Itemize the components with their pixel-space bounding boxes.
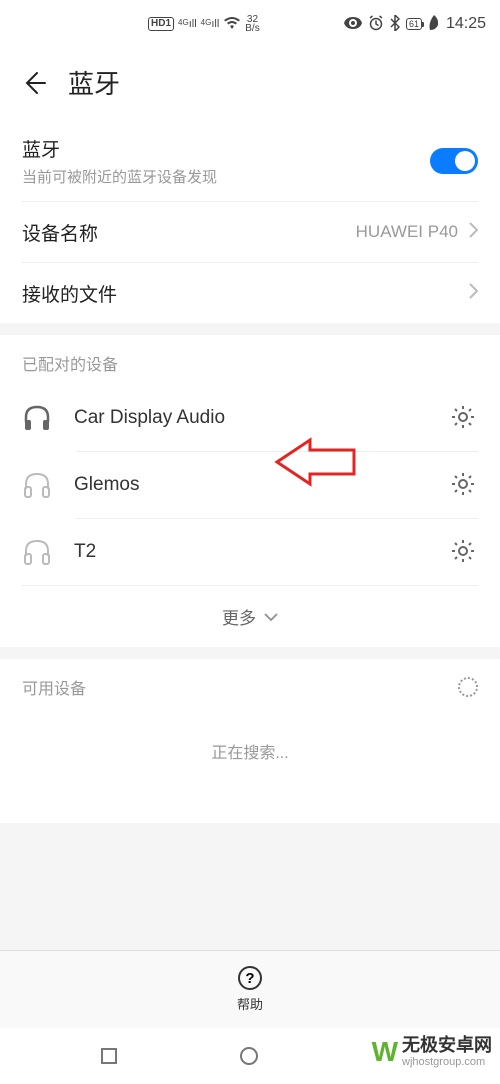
- hd-indicator: HD1: [148, 17, 174, 31]
- home-button[interactable]: [240, 1047, 258, 1065]
- alarm-icon: [368, 15, 384, 34]
- status-right: 61 14:25: [344, 15, 486, 34]
- device-name-text: Car Display Audio: [74, 407, 428, 429]
- headphones-icon: [22, 403, 52, 433]
- chevron-down-icon: [264, 607, 278, 627]
- help-bar[interactable]: ? 帮助: [0, 950, 500, 1028]
- device-name-label: 设备名称: [22, 219, 98, 246]
- status-left: HD1 4Gıll 4Gıll 32B/s: [14, 15, 260, 33]
- device-settings-button[interactable]: [450, 538, 478, 566]
- device-name-text: Glemos: [74, 474, 428, 496]
- chevron-right-icon: [468, 222, 478, 243]
- device-name-text: T2: [74, 541, 428, 563]
- paired-devices-header: 已配对的设备: [0, 335, 500, 385]
- device-name-value: HUAWEI P40: [356, 222, 458, 242]
- device-settings-button[interactable]: [450, 404, 478, 432]
- leaf-icon: [428, 15, 440, 34]
- paired-device-row[interactable]: T2: [0, 519, 500, 585]
- watermark-url: wjhostgroup.com: [402, 1056, 492, 1068]
- device-settings-button[interactable]: [450, 471, 478, 499]
- device-name-row[interactable]: 设备名称 HUAWEI P40: [0, 202, 500, 262]
- signal-icon-2: 4Gıll: [201, 18, 220, 30]
- signal-icon-1: 4Gıll: [178, 18, 197, 30]
- headphones-icon: [22, 537, 52, 567]
- available-devices-header: 可用设备: [0, 659, 500, 709]
- status-bar: HD1 4Gıll 4Gıll 32B/s 61 14:25: [0, 0, 500, 48]
- help-label: 帮助: [237, 994, 263, 1013]
- net-speed: 32B/s: [245, 15, 259, 33]
- watermark: W 无极安卓网 wjhostgroup.com: [372, 1036, 492, 1068]
- bluetooth-toggle[interactable]: [430, 148, 478, 174]
- chevron-right-icon: [468, 283, 478, 304]
- eye-icon: [344, 16, 362, 32]
- more-button[interactable]: 更多: [0, 586, 500, 647]
- spinner-icon: [458, 677, 478, 697]
- bluetooth-toggle-row[interactable]: 蓝牙 当前可被附近的蓝牙设备发现: [0, 121, 500, 201]
- watermark-logo: W: [372, 1036, 396, 1068]
- wifi-icon: [223, 16, 241, 33]
- bluetooth-sub: 当前可被附近的蓝牙设备发现: [22, 166, 217, 187]
- clock-time: 14:25: [446, 15, 486, 33]
- paired-device-row[interactable]: Glemos: [0, 452, 500, 518]
- headphones-icon: [22, 470, 52, 500]
- help-icon: ?: [238, 966, 262, 990]
- header: 蓝牙: [0, 48, 500, 121]
- recent-apps-button[interactable]: [101, 1048, 117, 1064]
- battery-indicator: 61: [406, 18, 422, 30]
- received-files-row[interactable]: 接收的文件: [0, 263, 500, 323]
- back-button[interactable]: [20, 69, 48, 97]
- page-title: 蓝牙: [68, 64, 120, 101]
- searching-text: 正在搜索...: [0, 709, 500, 823]
- bluetooth-label: 蓝牙: [22, 135, 60, 162]
- paired-device-row[interactable]: Car Display Audio: [0, 385, 500, 451]
- bluetooth-status-icon: [390, 15, 400, 34]
- received-files-label: 接收的文件: [22, 280, 117, 307]
- watermark-text: 无极安卓网: [402, 1036, 492, 1056]
